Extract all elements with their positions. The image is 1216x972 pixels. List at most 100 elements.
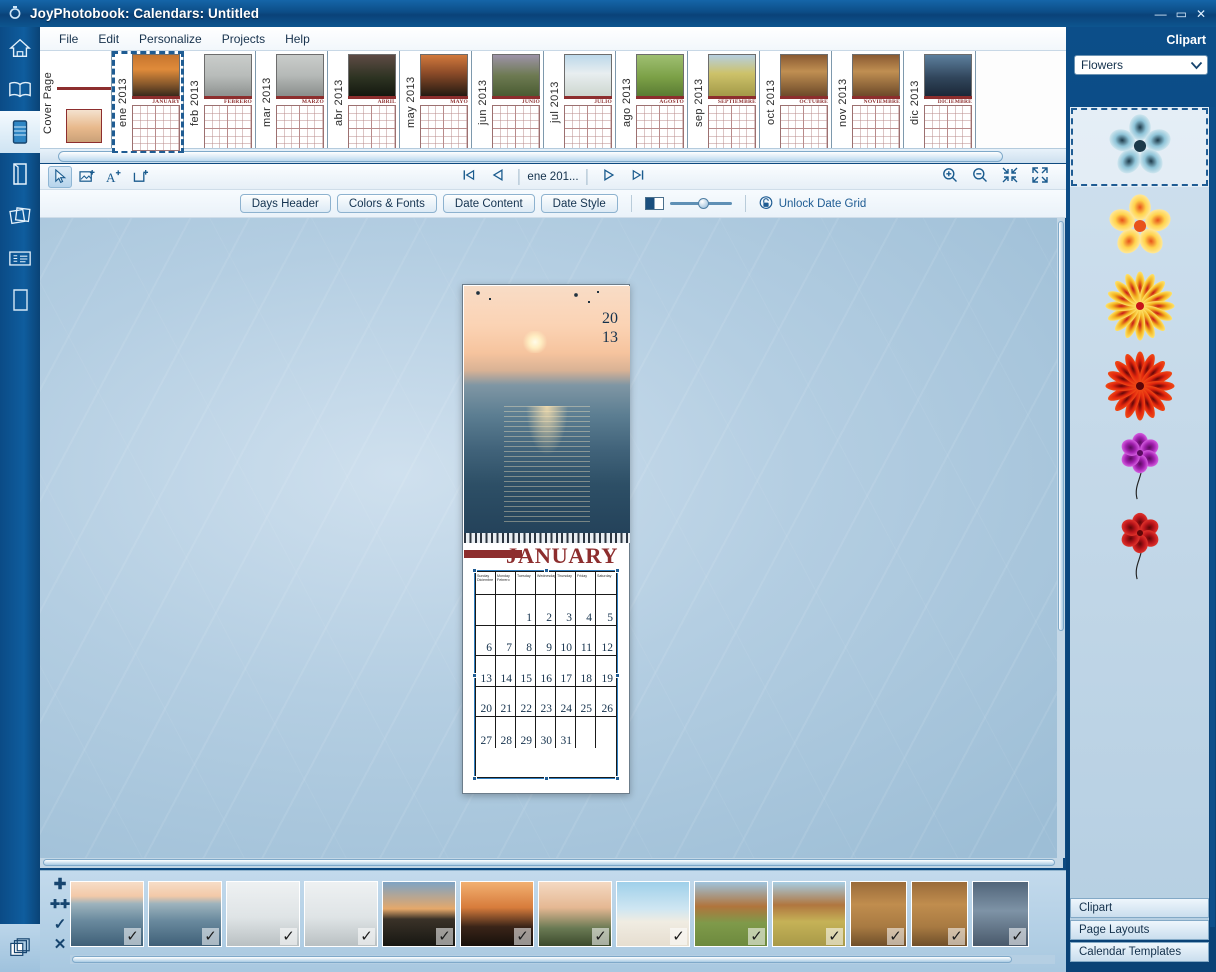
clipart-item-red-yellow-daisy[interactable] (1070, 267, 1209, 347)
add-all-photos-button[interactable]: ✚✚ (50, 898, 70, 910)
rail-item-collage[interactable] (0, 195, 40, 237)
filmstrip-page-jun[interactable]: jun 2013 JUNIO (472, 51, 544, 153)
tray-photo-autumn-field-1[interactable]: ✓ (694, 881, 768, 947)
menu-item-edit[interactable]: Edit (89, 29, 128, 49)
filmstrip-page-jul[interactable]: jul 2013 JULIO (544, 51, 616, 153)
filmstrip-page-feb[interactable]: feb 2013 FEBRERO (184, 51, 256, 153)
remove-button[interactable]: ✕ (54, 937, 67, 952)
colors-fonts-button[interactable]: Colors & Fonts (336, 194, 437, 213)
tray-photo-crowd-hall-2[interactable]: ✓ (911, 881, 968, 947)
rail-item-photobook[interactable] (0, 69, 40, 111)
calendar-page-preview[interactable]: JANUARY 20 13 Sunday Diciembre Monday Feb… (462, 284, 630, 794)
filmstrip-page-ago[interactable]: ago 2013 AGOSTO (616, 51, 688, 153)
filmstrip-page-abr[interactable]: abr 2013 ABRIL (328, 51, 400, 153)
rail-item-calendar[interactable] (0, 111, 40, 153)
canvas-vscroll-thumb[interactable] (1058, 221, 1064, 631)
date-content-button[interactable]: Date Content (442, 194, 535, 213)
select-tool-button[interactable] (48, 165, 72, 188)
tray-photo-sunset-sea-2[interactable]: ✓ (148, 881, 222, 947)
zoom-in-button[interactable] (942, 167, 958, 186)
menu-item-help[interactable]: Help (276, 29, 319, 49)
resize-handle-sw[interactable] (472, 776, 477, 781)
filmstrip-scrollbar[interactable] (40, 148, 1066, 163)
filmstrip-page-nov[interactable]: nov 2013 NOVIEMBRE (832, 51, 904, 153)
add-photo-button[interactable]: ✚ (54, 877, 67, 892)
unlock-date-grid-button[interactable]: Unlock Date Grid (759, 196, 866, 211)
minimize-button[interactable]: — (1155, 8, 1167, 20)
menu-item-projects[interactable]: Projects (213, 29, 274, 49)
menu-item-personalize[interactable]: Personalize (130, 29, 211, 49)
tray-photo-frost-tree-2[interactable]: ✓ (304, 881, 378, 947)
page-filmstrip[interactable]: Cover Page ene 2013 JANUARY feb 2013 FEBRER… (40, 51, 1066, 154)
tab-calendar-templates[interactable]: Calendar Templates (1070, 942, 1209, 962)
clipart-item-red-stem-flower[interactable] (1070, 507, 1209, 587)
previous-page-button[interactable] (489, 169, 505, 184)
tab-clipart[interactable]: Clipart (1070, 898, 1209, 918)
tray-photo-sunset-sea-1[interactable]: ✓ (70, 881, 144, 947)
clipart-item-purple-stem-flower[interactable] (1070, 427, 1209, 507)
resize-handle-w[interactable] (472, 673, 477, 678)
opacity-slider-knob[interactable] (697, 197, 709, 209)
zoom-out-button[interactable] (972, 167, 988, 186)
tray-photo-frost-tree-1[interactable]: ✓ (226, 881, 300, 947)
filmstrip-scrollbar-thumb[interactable] (58, 151, 1003, 162)
add-frame-tool-button[interactable] (129, 166, 153, 188)
canvas-vertical-scrollbar[interactable] (1057, 218, 1065, 858)
clipart-scrollbar[interactable] (1210, 107, 1215, 927)
filmstrip-page-may[interactable]: may 2013 MAYO (400, 51, 472, 153)
resize-handle-nw[interactable] (472, 568, 477, 573)
days-header-button[interactable]: Days Header (239, 194, 331, 213)
clipart-item-blue-five-petal-flower[interactable] (1070, 107, 1209, 187)
photo-tray-list[interactable]: ✓ ✓ ✓ ✓ ✓ ✓ ✓ ✓ ✓ ✓ ✓ ✓ ✓ (70, 879, 1060, 949)
opacity-swatch[interactable] (644, 197, 664, 210)
clipart-item-orange-five-petal-flower[interactable] (1070, 187, 1209, 267)
canvas-hscroll-thumb[interactable] (43, 859, 1055, 866)
tab-page-layouts[interactable]: Page Layouts (1070, 920, 1209, 940)
add-text-tool-button[interactable]: A (102, 166, 126, 188)
photo-tray-scrollbar[interactable] (70, 955, 1096, 965)
rail-item-card[interactable] (0, 153, 40, 195)
first-page-button[interactable] (460, 169, 476, 184)
resize-handle-se[interactable] (615, 776, 620, 781)
resize-handle-n[interactable] (544, 568, 549, 573)
filmstrip-page-ene[interactable]: ene 2013 JANUARY (112, 51, 184, 153)
confirm-button[interactable]: ✓ (54, 917, 67, 932)
date-style-button[interactable]: Date Style (540, 194, 618, 213)
add-image-tool-button[interactable] (75, 166, 99, 188)
tray-photo-sunset-field-1[interactable]: ✓ (382, 881, 456, 947)
rail-item-home[interactable] (0, 27, 40, 69)
current-page-field[interactable]: ene 201... (518, 168, 588, 185)
resize-handle-ne[interactable] (615, 568, 620, 573)
design-canvas[interactable]: JANUARY 20 13 Sunday Diciembre Monday Feb… (40, 218, 1063, 858)
tray-photo-sunset-valley[interactable]: ✓ (538, 881, 612, 947)
filmstrip-page-sep[interactable]: sep 2013 SEPTIEMBRE (688, 51, 760, 153)
resize-handle-s[interactable] (544, 776, 549, 781)
clipart-list[interactable] (1070, 107, 1209, 927)
date-grid-selection-box[interactable] (472, 568, 620, 781)
full-screen-button[interactable] (1032, 167, 1048, 186)
clipart-item-red-daisy[interactable] (1070, 347, 1209, 427)
photo-tray-scroll-thumb[interactable] (72, 956, 1012, 963)
clipart-category-select[interactable]: Flowers (1074, 55, 1208, 75)
tray-photo-autumn-coast[interactable]: ✓ (772, 881, 846, 947)
next-page-button[interactable] (601, 169, 617, 184)
filmstrip-page-oct[interactable]: oct 2013 OCTUBRE (760, 51, 832, 153)
rail-item-poster[interactable] (0, 279, 40, 321)
tray-photo-crowd-hall-1[interactable]: ✓ (850, 881, 907, 947)
rail-item-postcard[interactable] (0, 237, 40, 279)
tray-photo-beach-white-sand[interactable]: ✓ (616, 881, 690, 947)
resize-handle-e[interactable] (615, 673, 620, 678)
tray-photo-sunset-tree[interactable]: ✓ (460, 881, 534, 947)
tray-photo-chandelier[interactable]: ✓ (972, 881, 1029, 947)
filmstrip-cover-page[interactable]: Cover Page (40, 51, 112, 153)
rail-layers-button[interactable] (0, 924, 40, 972)
last-page-button[interactable] (630, 169, 646, 184)
canvas-horizontal-scrollbar[interactable] (40, 858, 1063, 868)
filmstrip-page-dic[interactable]: dic 2013 DICIEMBRE (904, 51, 976, 153)
opacity-slider[interactable] (669, 197, 732, 211)
fit-page-button[interactable] (1002, 167, 1018, 186)
maximize-button[interactable]: ▭ (1176, 8, 1187, 20)
close-window-button[interactable]: ✕ (1196, 8, 1206, 20)
menu-item-file[interactable]: File (50, 29, 87, 49)
filmstrip-page-mar[interactable]: mar 2013 MARZO (256, 51, 328, 153)
